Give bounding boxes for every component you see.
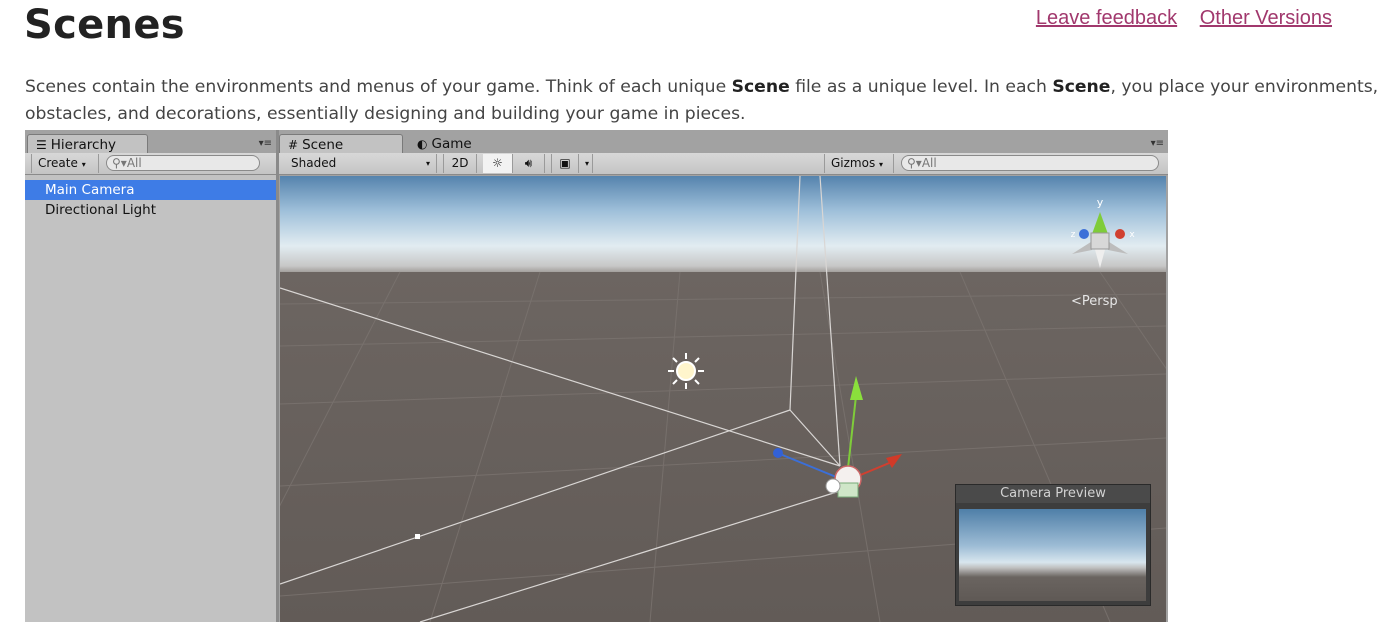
effects-image-icon[interactable]: ▣ xyxy=(551,154,579,173)
hierarchy-item-main-camera[interactable]: Main Camera xyxy=(25,180,276,200)
axis-y-label: y xyxy=(1097,196,1104,209)
intro-bold-scene-2: Scene xyxy=(1052,77,1111,98)
scene-grid-icon: # xyxy=(288,138,299,152)
directional-light-sun-icon xyxy=(668,353,704,389)
scene-tabbar: # Scene ◐ Game ▾≡ xyxy=(279,130,1168,153)
projection-toggle[interactable]: <Persp xyxy=(1071,294,1118,309)
scene-viewport[interactable]: y z x <Persp Camera Preview xyxy=(280,176,1166,622)
tab-game[interactable]: ◐ Game xyxy=(409,134,519,153)
game-pacman-icon: ◐ xyxy=(417,137,428,151)
axis-x-label: x xyxy=(1129,230,1135,240)
search-icon: ⚲▾ xyxy=(907,156,922,170)
scene-panel: # Scene ◐ Game ▾≡ Shaded ▾ 2D ☼ 🔊︎ ▣ ▾ Gizm… xyxy=(279,130,1168,622)
hierarchy-tabbar: ☰ Hierarchy ▾≡ xyxy=(25,130,276,153)
hierarchy-list-icon: ☰ xyxy=(36,138,47,152)
tab-game-label: Game xyxy=(431,136,472,152)
hierarchy-list: Main Camera Directional Light xyxy=(25,180,276,220)
hierarchy-item-directional-light[interactable]: Directional Light xyxy=(25,200,276,220)
intro-bold-scene-1: Scene xyxy=(731,77,790,98)
intro-text-1: Scenes contain the environments and menu… xyxy=(25,77,732,98)
page-title: Scenes xyxy=(24,2,185,48)
hierarchy-search-input[interactable]: ⚲▾All xyxy=(106,155,260,171)
persp-arrow-icon: < xyxy=(1071,294,1082,309)
unity-editor-screenshot: ☰ Hierarchy ▾≡ Create ▾ ⚲▾All Main Camera… xyxy=(25,130,1168,622)
scene-search-placeholder: All xyxy=(921,156,937,170)
audio-speaker-icon[interactable]: 🔊︎ xyxy=(513,154,545,173)
tab-scene[interactable]: # Scene xyxy=(279,134,403,153)
hierarchy-panel: ☰ Hierarchy ▾≡ Create ▾ ⚲▾All Main Camera… xyxy=(25,130,276,622)
dropdown-arrow-icon: ▾ xyxy=(425,159,430,168)
axis-z-label: z xyxy=(1071,230,1076,240)
scene-toolbar: Shaded ▾ 2D ☼ 🔊︎ ▣ ▾ Gizmos ▾ ⚲▾All xyxy=(279,153,1168,175)
create-dropdown[interactable]: Create ▾ xyxy=(31,154,99,173)
dropdown-arrow-icon: ▾ xyxy=(81,160,86,169)
leave-feedback-link[interactable]: Leave feedback xyxy=(1036,7,1177,29)
search-icon: ⚲▾ xyxy=(112,156,127,170)
tab-hierarchy-label: Hierarchy xyxy=(50,137,117,153)
top-links: Leave feedback Other Versions xyxy=(1019,7,1332,30)
camera-preview-image xyxy=(959,509,1146,601)
lighting-sun-icon[interactable]: ☼ xyxy=(483,154,513,173)
panel-menu-icon[interactable]: ▾≡ xyxy=(259,138,272,149)
other-versions-link[interactable]: Other Versions xyxy=(1200,7,1332,29)
intro-paragraph: Scenes contain the environments and menu… xyxy=(25,74,1380,128)
shading-mode-dropdown[interactable]: Shaded ▾ xyxy=(285,154,437,173)
tab-hierarchy[interactable]: ☰ Hierarchy xyxy=(27,134,148,153)
dropdown-arrow-icon: ▾ xyxy=(879,160,884,169)
gizmos-dropdown[interactable]: Gizmos ▾ xyxy=(824,154,894,173)
sky-background xyxy=(280,176,1166,276)
intro-text-2: file as a unique level. In each xyxy=(789,77,1053,98)
effects-dropdown-icon[interactable]: ▾ xyxy=(579,154,593,173)
create-label: Create xyxy=(38,156,78,170)
panel-menu-icon[interactable]: ▾≡ xyxy=(1151,138,1164,149)
scene-search-input[interactable]: ⚲▾All xyxy=(901,155,1159,171)
camera-preview-overlay: Camera Preview xyxy=(955,484,1151,606)
toggle-2d-button[interactable]: 2D xyxy=(443,154,477,173)
projection-label: Persp xyxy=(1081,294,1118,309)
hierarchy-search-placeholder: All xyxy=(126,156,142,170)
frustum-handle xyxy=(415,534,420,539)
gizmos-label: Gizmos xyxy=(831,156,876,170)
camera-preview-title: Camera Preview xyxy=(956,485,1150,503)
hierarchy-toolbar: Create ▾ ⚲▾All xyxy=(25,153,276,175)
tab-scene-label: Scene xyxy=(302,137,344,153)
shading-label: Shaded xyxy=(291,156,337,170)
